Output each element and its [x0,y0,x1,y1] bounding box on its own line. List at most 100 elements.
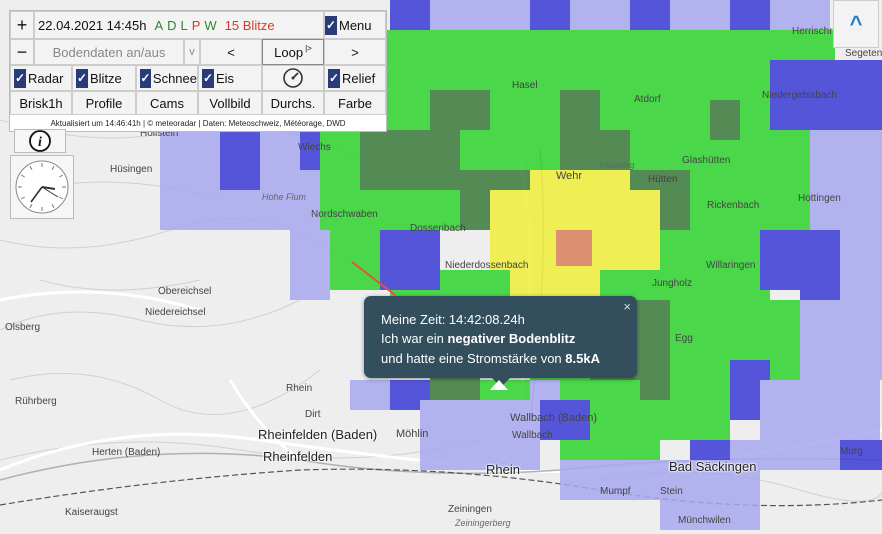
place-label: Rhein [286,383,313,394]
control-panel: + 22.04.2021 14:45h ADLPW 15 Blitze ✓ Me… [9,10,387,132]
place-label: Dirt [305,409,321,420]
place-label: Olsberg [5,322,41,333]
strike-marker[interactable] [490,380,508,390]
radar-cell [710,100,740,140]
color-button[interactable]: Farbe [324,91,386,115]
clock-widget [10,155,74,219]
radar-cell [840,220,882,310]
menu-label: Menu [339,17,372,33]
radar-toggle[interactable]: ✓ Radar [10,65,72,91]
loop-button[interactable]: Loop |> [262,39,324,65]
next-button[interactable]: > [324,39,386,65]
brisk-button[interactable]: Brisk1h [10,91,72,115]
checkbox-icon: ✓ [76,68,88,88]
place-label: Rhein [486,462,520,477]
place-label: Zeiningerberg [455,518,511,528]
radar-cell [350,380,390,410]
place-label: Herten (Baden) [92,447,161,458]
snow-label: Schnee [152,70,197,86]
zoom-in-button[interactable]: + [10,11,34,39]
place-label: Hasel [512,80,538,91]
lightning-label: Blitze [90,70,122,86]
layer-flag[interactable]: A [154,18,163,33]
radar-cell [810,130,882,230]
place-label: Möhlin [396,428,429,440]
place-label: Niedergebisbach [762,90,838,101]
radar-cell [556,230,592,266]
ice-toggle[interactable]: ✓ Eis [198,65,262,91]
place-label: Jungholz [652,278,693,289]
speedometer-icon [283,68,303,88]
radar-cell [560,90,600,130]
ground-data-toggle[interactable]: Bodendaten an/aus [34,39,184,65]
radar-cell [360,130,460,190]
ground-data-dropdown[interactable]: v [184,39,200,65]
checkbox-icon: ✓ [328,68,340,88]
prev-button[interactable]: < [200,39,262,65]
place-label: Niederdossenbach [445,260,529,271]
datetime-label: 22.04.2021 14:45h [38,17,147,33]
place-label: Bad Säckingen [669,459,757,474]
place-label: Rheinfelden [263,449,333,464]
layer-flags: ADLPW [154,18,220,33]
popup-type-prefix: Ich war ein [381,331,448,346]
place-label: Glashütten [682,155,731,166]
radar-cell [430,90,490,130]
radar-cell [380,230,440,290]
place-label: Rickenbach [707,200,760,211]
radar-cell [530,380,560,400]
popup-current-prefix: und hatte eine Stromstärke von [381,351,566,366]
place-label: Nordschwaben [311,209,378,220]
place-label: Hüsingen [110,164,153,175]
profile-button[interactable]: Profile [72,91,136,115]
checkbox-icon: ✓ [140,68,151,88]
relief-label: Relief [342,70,376,86]
place-label: Wallbach [512,430,553,441]
relief-toggle[interactable]: ✓ Relief [324,65,386,91]
place-label: Murg [840,446,863,457]
place-label: Hohe Flum [262,192,307,202]
radar-label: Radar [28,70,64,86]
collapse-button[interactable]: ^ [833,0,879,48]
layer-flag[interactable]: D [167,18,176,33]
layer-flag[interactable]: W [204,18,216,33]
place-label: Dossenbach [410,223,466,234]
place-label: Rheinfelden (Baden) [258,427,378,442]
fullscreen-button[interactable]: Vollbild [198,91,262,115]
radar-cell [160,130,220,190]
place-label: Wehr [556,170,583,182]
info-button[interactable]: i [14,129,66,153]
place-label: Willaringen [706,260,756,271]
place-label: Rührberg [15,396,57,407]
radar-cell [430,0,530,30]
place-label: Hütten [648,174,678,185]
radar-cell [290,230,330,300]
menu-button[interactable]: ✓ Menu [324,11,386,39]
attribution: Aktualisiert um 14:46:41h | © meteoradar… [10,115,386,131]
layer-flag[interactable]: L [181,18,188,33]
ice-label: Eis [216,70,235,86]
popup-time: Meine Zeit: 14:42:08.24h [381,312,525,327]
radar-cell [730,0,770,30]
radar-cell [390,0,430,30]
lightning-toggle[interactable]: ✓ Blitze [72,65,136,91]
speed-button[interactable] [262,65,324,91]
average-button[interactable]: Durchs. [262,91,324,115]
place-label: Segeten [845,48,882,59]
place-label: Niedereichsel [145,307,206,318]
radar-cell [530,0,570,30]
play-icon: |> [305,43,312,53]
info-glyph: i [38,135,42,150]
info-icon: i [14,129,66,153]
cams-button[interactable]: Cams [136,91,198,115]
place-label: Mumpf [600,486,631,497]
popup-current-value: 8.5kA [565,351,600,366]
radar-cell [560,440,660,460]
radar-cell [660,400,720,440]
snow-toggle[interactable]: ✓ Schnee [136,65,198,91]
radar-cell [220,130,260,190]
place-label: Obereichsel [158,286,212,297]
close-icon[interactable]: × [623,299,631,314]
zoom-out-button[interactable]: − [10,39,34,65]
layer-flag[interactable]: P [192,18,201,33]
